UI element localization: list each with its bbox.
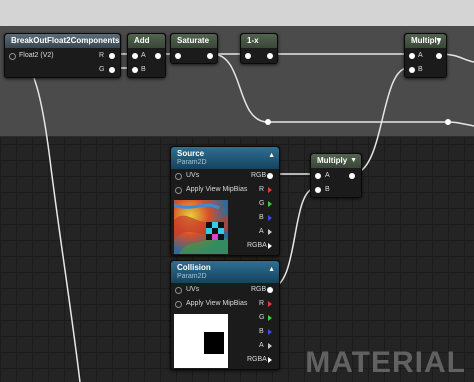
source-b-pin[interactable] (268, 215, 272, 221)
breakout-node-title: BreakOutFloat2Components (5, 34, 120, 48)
one-minus-node[interactable]: 1-x (240, 33, 278, 64)
out-g-pin[interactable] (109, 67, 115, 73)
collision-title: Collision (177, 263, 211, 272)
out-g-label: G (99, 66, 105, 73)
multiply-mid-b-label: B (325, 186, 330, 193)
collision-subtitle: Param2D (177, 273, 207, 280)
source-a-pin[interactable] (268, 229, 272, 235)
saturate-node[interactable]: Saturate (170, 33, 218, 64)
multiply-mid-label: Multiply (317, 156, 348, 165)
float2-input-pin[interactable] (9, 53, 16, 60)
collision-a-pin[interactable] (268, 343, 272, 349)
source-subtitle: Param2D (177, 159, 207, 166)
multiply-top-a-label: A (418, 52, 423, 59)
out-r-label: R (99, 52, 105, 59)
collision-rgba-pin[interactable] (268, 357, 272, 363)
source-rgba-pin[interactable] (268, 243, 272, 249)
multiply-mid-title: Multiply ▼ (311, 154, 361, 168)
collision-b-pin[interactable] (268, 329, 272, 335)
multiply-mid-out-pin[interactable] (349, 173, 355, 179)
collision-mip-pin[interactable] (175, 301, 182, 308)
source-a-label: A (259, 228, 264, 235)
multiply-top-node[interactable]: Multiply ▼ A B (404, 33, 447, 78)
collision-r-label: R (259, 300, 265, 307)
saturate-in-pin[interactable] (175, 53, 181, 59)
multiply-mid-node[interactable]: Multiply ▼ A B (310, 153, 362, 198)
collision-node-header: Collision Param2D ▲ (171, 261, 279, 283)
source-texture-preview (174, 200, 228, 254)
wire-float2-down (9, 54, 81, 382)
source-mip-label: Apply View MipBias (186, 186, 248, 193)
collision-texture-preview (174, 314, 228, 368)
source-uvs-pin[interactable] (175, 173, 182, 180)
source-b-label: B (259, 214, 264, 221)
one-minus-out-pin[interactable] (267, 53, 273, 59)
collapse-arrow-icon[interactable]: ▼ (350, 154, 357, 168)
collision-r-pin[interactable] (268, 301, 272, 307)
one-minus-in-pin[interactable] (245, 53, 251, 59)
add-b-label: B (141, 66, 146, 73)
out-r-pin[interactable] (109, 53, 115, 59)
add-b-pin[interactable] (132, 67, 138, 73)
collapse-arrow-icon[interactable]: ▼ (435, 34, 442, 48)
add-a-label: A (141, 52, 146, 59)
source-node-header: Source Param2D ▲ (171, 147, 279, 169)
collision-g-label: G (259, 314, 265, 321)
add-a-pin[interactable] (132, 53, 138, 59)
collision-texture-node[interactable]: Collision Param2D ▲ UVs RGB Apply View M… (170, 260, 280, 370)
source-rgba-label: RGBA (247, 242, 267, 249)
multiply-top-b-pin[interactable] (409, 67, 415, 73)
source-rgb-pin[interactable] (267, 173, 273, 179)
add-node-title: Add (128, 34, 165, 48)
saturate-out-pin[interactable] (207, 53, 213, 59)
source-g-label: G (259, 200, 265, 207)
material-watermark: MATERIAL (305, 346, 466, 379)
multiply-mid-a-pin[interactable] (315, 173, 321, 179)
multiply-top-out-pin[interactable] (436, 53, 442, 59)
collision-mip-label: Apply View MipBias (186, 300, 248, 307)
collapse-arrow-icon[interactable]: ▲ (268, 151, 275, 160)
add-out-pin[interactable] (155, 53, 161, 59)
source-texture-node[interactable]: Source Param2D ▲ UVs RGB Apply View MipB… (170, 146, 280, 256)
source-rgb-label: RGB (251, 172, 267, 179)
collision-rgba-label: RGBA (247, 356, 267, 363)
collision-rgb-pin[interactable] (267, 287, 273, 293)
source-r-pin[interactable] (268, 187, 272, 193)
multiply-top-title: Multiply ▼ (405, 34, 446, 48)
multiply-mid-a-label: A (325, 172, 330, 179)
source-r-label: R (259, 186, 265, 193)
multiply-top-b-label: B (418, 66, 423, 73)
collision-uvs-label: UVs (186, 286, 200, 293)
float2-input-label: Float2 (V2) (19, 52, 54, 59)
source-uvs-label: UVs (186, 172, 200, 179)
source-title: Source (177, 149, 205, 158)
collision-b-label: B (259, 328, 264, 335)
breakout-float2-node[interactable]: BreakOutFloat2Components Float2 (V2) R G (4, 33, 121, 78)
source-g-pin[interactable] (268, 201, 272, 207)
collision-a-label: A (259, 342, 264, 349)
collision-uvs-pin[interactable] (175, 287, 182, 294)
multiply-mid-b-pin[interactable] (315, 187, 321, 193)
collapse-arrow-icon[interactable]: ▲ (268, 265, 275, 274)
one-minus-node-title: 1-x (241, 34, 277, 48)
saturate-node-title: Saturate (171, 34, 217, 48)
collision-rgb-label: RGB (251, 286, 267, 293)
collision-g-pin[interactable] (268, 315, 272, 321)
source-mip-pin[interactable] (175, 187, 182, 194)
add-node[interactable]: Add A B (127, 33, 166, 78)
multiply-top-a-pin[interactable] (409, 53, 415, 59)
